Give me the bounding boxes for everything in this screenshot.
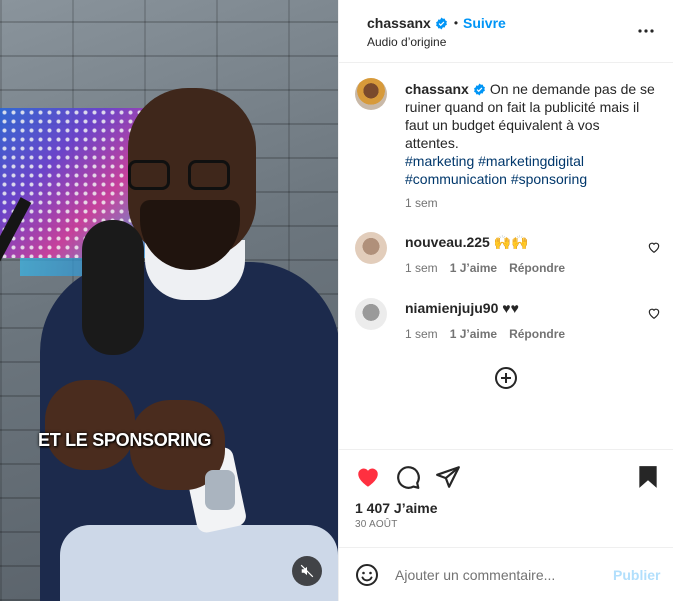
comment-meta: 1 sem 1 J’aime Répondre xyxy=(405,327,565,341)
microphone xyxy=(82,220,144,355)
follow-button[interactable]: Suivre xyxy=(463,15,506,31)
comment-bubble-icon[interactable] xyxy=(395,464,421,490)
wristwatch xyxy=(205,470,235,510)
verified-badge-icon xyxy=(435,17,448,30)
separator-dot: • xyxy=(453,16,459,30)
commenter-avatar[interactable] xyxy=(355,298,387,330)
post-actions: 1 407 J’aime 30 AOÛT xyxy=(339,449,673,549)
share-send-icon[interactable] xyxy=(435,464,461,490)
audio-source-label[interactable]: Audio d’origine xyxy=(367,35,446,49)
caption-time[interactable]: 1 sem xyxy=(405,196,438,210)
comment-likes[interactable]: 1 J’aime xyxy=(450,261,497,275)
left-hand xyxy=(45,380,135,470)
author-username[interactable]: chassanx xyxy=(367,15,431,31)
comment-input[interactable] xyxy=(395,564,595,586)
comment-username[interactable]: nouveau.225 xyxy=(405,234,490,250)
comment-time[interactable]: 1 sem xyxy=(405,261,438,275)
heart-outline-icon[interactable] xyxy=(647,306,661,320)
commenter-avatar[interactable] xyxy=(355,232,387,264)
emoji-icon[interactable] xyxy=(355,563,379,587)
add-comment-bar: Publier xyxy=(339,547,673,601)
comment-time[interactable]: 1 sem xyxy=(405,327,438,341)
bookmark-saved-icon[interactable] xyxy=(635,464,661,490)
verified-badge-icon xyxy=(473,83,486,96)
caption-username[interactable]: chassanx xyxy=(405,81,469,97)
author-avatar[interactable] xyxy=(355,78,387,110)
comment-item: niamienjuju90 ♥♥ xyxy=(405,300,519,316)
publish-button[interactable]: Publier xyxy=(613,567,660,583)
mute-button[interactable] xyxy=(292,556,322,586)
heart-filled-icon[interactable] xyxy=(355,464,381,490)
post-header: chassanx • Suivre Audio d’origine xyxy=(339,0,673,63)
reply-button[interactable]: Répondre xyxy=(509,327,565,341)
comment-item: nouveau.225 🙌🙌 xyxy=(405,234,529,251)
glasses xyxy=(118,160,248,192)
comment-text: ♥♥ xyxy=(502,300,519,316)
like-count[interactable]: 1 407 J’aime xyxy=(355,500,438,516)
header-user-row: chassanx • Suivre xyxy=(367,15,506,31)
more-options-icon[interactable] xyxy=(636,21,656,41)
comment-meta: 1 sem 1 J’aime Répondre xyxy=(405,261,565,275)
comment-username[interactable]: niamienjuju90 xyxy=(405,300,498,316)
caption-hashtags[interactable]: #marketing #marketingdigital #communicat… xyxy=(405,152,655,188)
post-video[interactable]: ET LE SPONSORING xyxy=(0,0,338,601)
heart-outline-icon[interactable] xyxy=(647,240,661,254)
post-caption: chassanx On ne demande pas de se ruiner … xyxy=(405,80,655,188)
speaker-muted-icon xyxy=(300,564,314,578)
comment-likes[interactable]: 1 J’aime xyxy=(450,327,497,341)
reply-button[interactable]: Répondre xyxy=(509,261,565,275)
comment-text: 🙌🙌 xyxy=(493,234,529,250)
load-more-comments-icon[interactable] xyxy=(494,366,518,390)
post-side-panel: chassanx • Suivre Audio d’origine chassa… xyxy=(338,0,673,601)
post-date[interactable]: 30 AOÛT xyxy=(355,519,398,530)
video-caption-overlay: ET LE SPONSORING xyxy=(38,430,212,450)
